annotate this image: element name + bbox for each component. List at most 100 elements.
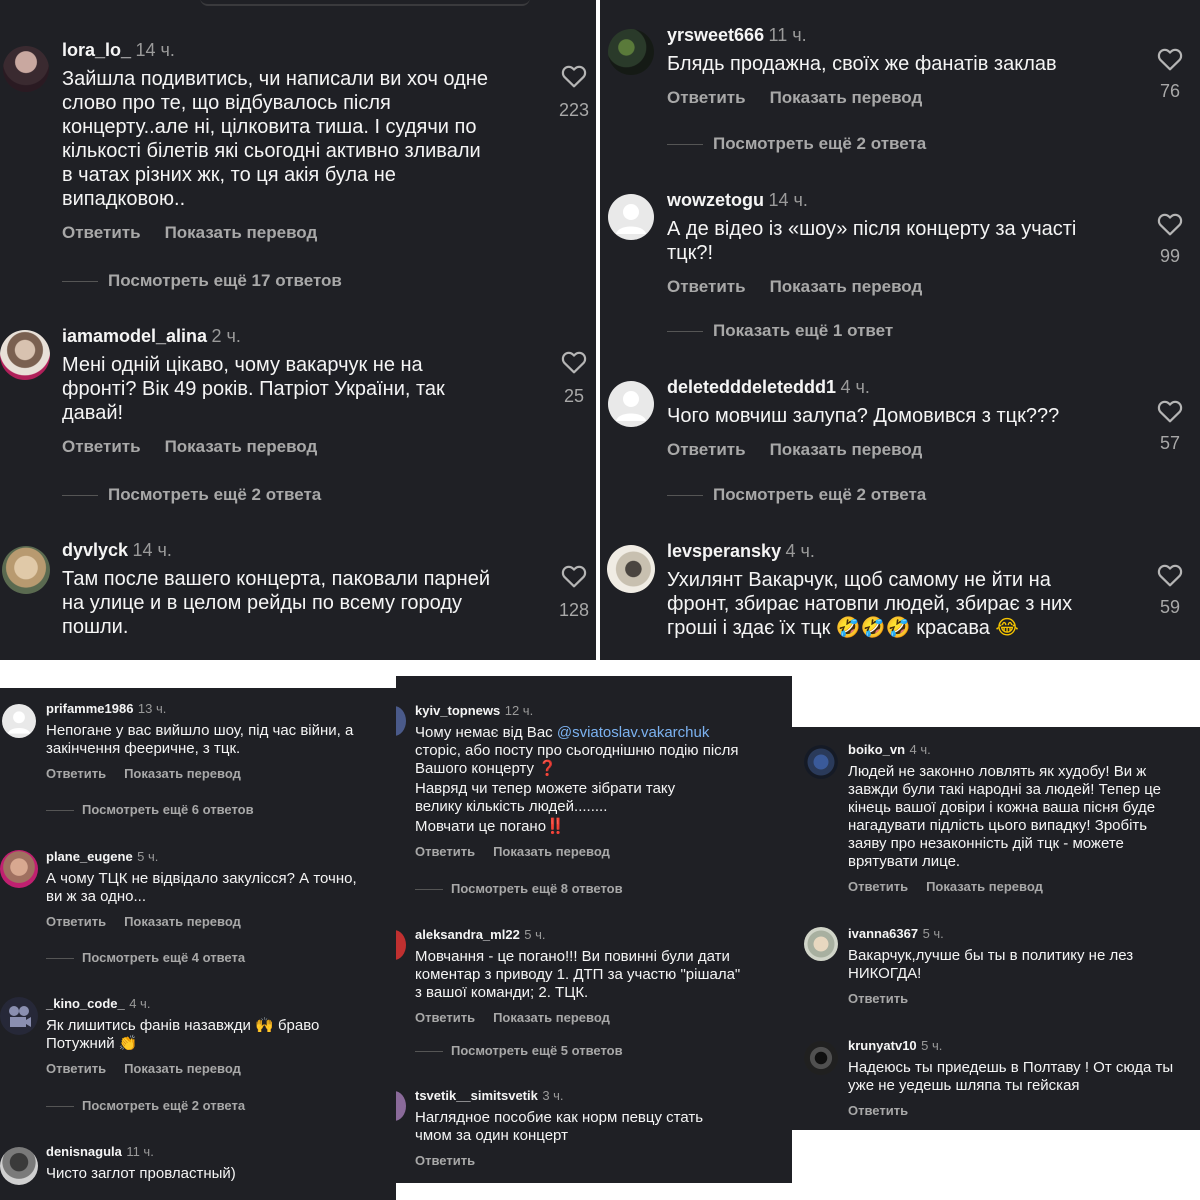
avatar[interactable] xyxy=(396,706,406,736)
username[interactable]: wowzetogu xyxy=(667,190,764,210)
username[interactable]: plane_eugene xyxy=(46,849,133,864)
view-replies-button[interactable]: Посмотреть ещё 5 ответов xyxy=(415,1043,623,1058)
avatar[interactable] xyxy=(804,745,838,779)
translate-button[interactable]: Показать перевод xyxy=(124,914,241,929)
view-replies-button[interactable]: Посмотреть ещё 6 ответов xyxy=(46,802,254,817)
username[interactable]: _kino_code_ xyxy=(46,996,125,1011)
avatar[interactable] xyxy=(2,546,50,594)
username[interactable]: yrsweet666 xyxy=(667,25,764,45)
reply-button[interactable]: Ответить xyxy=(62,223,141,242)
like-control: 57 xyxy=(1150,399,1190,454)
avatar[interactable] xyxy=(396,930,406,960)
heart-icon[interactable] xyxy=(1157,399,1183,423)
comment-text: Зайшла подивитись, чи написали ви хоч од… xyxy=(62,68,488,210)
avatar[interactable] xyxy=(804,927,838,961)
timestamp: 4 ч. xyxy=(909,742,931,757)
view-replies-button[interactable]: Посмотреть ещё 4 ответа xyxy=(46,950,245,965)
translate-button[interactable]: Показать перевод xyxy=(165,223,318,242)
comment-actions: Ответить xyxy=(848,991,1193,1006)
translate-button[interactable]: Показать перевод xyxy=(926,879,1043,894)
reply-button[interactable]: Ответить xyxy=(667,88,746,107)
username[interactable]: boiko_vn xyxy=(848,742,905,757)
view-replies-button[interactable]: Посмотреть ещё 2 ответа xyxy=(46,1098,245,1113)
username[interactable]: kyiv_topnews xyxy=(415,703,500,718)
heart-icon[interactable] xyxy=(561,564,587,588)
username[interactable]: aleksandra_ml22 xyxy=(415,927,520,942)
avatar[interactable] xyxy=(3,46,49,92)
username[interactable]: krunyatv10 xyxy=(848,1038,917,1053)
username[interactable]: ivanna6367 xyxy=(848,926,918,941)
reply-button[interactable]: Ответить xyxy=(415,1153,475,1168)
heart-icon[interactable] xyxy=(561,350,587,374)
translate-button[interactable]: Показать перевод xyxy=(770,277,923,296)
reply-button[interactable]: Ответить xyxy=(46,766,106,781)
translate-button[interactable]: Показать перевод xyxy=(124,766,241,781)
reply-button[interactable]: Ответить xyxy=(46,1061,106,1076)
username[interactable]: levsperansky xyxy=(667,541,781,561)
translate-button[interactable]: Показать перевод xyxy=(124,1061,241,1076)
avatar[interactable] xyxy=(2,704,36,738)
like-count: 99 xyxy=(1159,246,1181,266)
username[interactable]: lora_lo_ xyxy=(62,40,131,60)
view-replies-button[interactable]: Посмотреть ещё 2 ответа xyxy=(667,134,926,154)
laughing-emoji-icon: 😂 xyxy=(995,617,1019,639)
comment-text: Наглядное пособие как норм певцу стать ч… xyxy=(415,1109,704,1144)
username[interactable]: tsvetik__simitsvetik xyxy=(415,1088,538,1103)
reply-button[interactable]: Ответить xyxy=(62,437,141,456)
reply-button[interactable]: Ответить xyxy=(848,1103,908,1118)
avatar[interactable] xyxy=(0,330,50,380)
reply-button[interactable]: Ответить xyxy=(667,277,746,296)
avatar[interactable] xyxy=(0,997,38,1035)
reply-button[interactable]: Ответить xyxy=(415,1010,475,1025)
reply-button[interactable]: Ответить xyxy=(415,844,475,859)
avatar[interactable] xyxy=(608,29,654,75)
comment-actions: Ответить Показать перевод xyxy=(62,437,542,457)
username[interactable]: deletedddeleteddd1 xyxy=(667,377,836,397)
like-control: 99 xyxy=(1150,212,1190,267)
heart-icon[interactable] xyxy=(1157,563,1183,587)
username[interactable]: iamamodel_alina xyxy=(62,326,207,346)
username[interactable]: dyvlyck xyxy=(62,540,128,560)
view-replies-button[interactable]: Посмотреть ещё 8 ответов xyxy=(415,881,623,896)
like-control: 223 xyxy=(554,64,594,121)
user-mention-link[interactable]: @sviatoslav.vakarchuk xyxy=(557,724,710,741)
comments-panel-c: prifamme1986 13 ч. Непогане у вас вийшло… xyxy=(0,688,396,1200)
avatar[interactable] xyxy=(396,1091,406,1121)
avatar[interactable] xyxy=(608,194,654,240)
comment-text-start: Чому немає від Вас xyxy=(415,724,553,741)
timestamp: 3 ч. xyxy=(542,1088,564,1103)
view-replies-button[interactable]: Посмотреть ещё 17 ответов xyxy=(62,271,342,291)
comment-text-main: Як лишитись фанів назавжди xyxy=(46,1017,251,1034)
reply-button[interactable]: Ответить xyxy=(667,440,746,459)
translate-button[interactable]: Показать перевод xyxy=(493,1010,610,1025)
reply-button[interactable]: Ответить xyxy=(848,879,908,894)
avatar[interactable] xyxy=(608,381,654,427)
translate-button[interactable]: Показать перевод xyxy=(165,437,318,456)
username[interactable]: denisnagula xyxy=(46,1144,122,1159)
view-replies-button[interactable]: Посмотреть ещё 2 ответа xyxy=(667,485,926,505)
translate-button[interactable]: Показать перевод xyxy=(770,88,923,107)
default-avatar-icon xyxy=(616,391,646,421)
avatar[interactable] xyxy=(804,1041,838,1075)
username[interactable]: prifamme1986 xyxy=(46,701,133,716)
avatar[interactable] xyxy=(0,850,38,888)
translate-button[interactable]: Показать перевод xyxy=(493,844,610,859)
avatar[interactable] xyxy=(0,1147,38,1185)
reply-button[interactable]: Ответить xyxy=(46,914,106,929)
timestamp: 14 ч. xyxy=(132,540,172,560)
comment-text: Чому немає від Вас @sviatoslav.vakarchuk… xyxy=(415,724,785,778)
heart-icon[interactable] xyxy=(1157,47,1183,71)
comment-text: Людей не законно ловлять як худобу! Ви ж… xyxy=(848,763,1161,870)
heart-icon[interactable] xyxy=(1157,212,1183,236)
view-replies-button[interactable]: Показать ещё 1 ответ xyxy=(667,321,893,341)
like-control: 76 xyxy=(1150,47,1190,102)
heart-icon[interactable] xyxy=(561,64,587,88)
header-remnant xyxy=(200,0,530,6)
timestamp: 11 ч. xyxy=(768,25,807,45)
avatar[interactable] xyxy=(607,545,655,593)
view-replies-button[interactable]: Посмотреть ещё 2 ответа xyxy=(62,485,321,505)
reply-button[interactable]: Ответить xyxy=(848,991,908,1006)
comment-text: Вакарчук,лучше бы ты в политику не лез Н… xyxy=(848,947,1134,982)
like-control: 128 xyxy=(554,564,594,621)
translate-button[interactable]: Показать перевод xyxy=(770,440,923,459)
